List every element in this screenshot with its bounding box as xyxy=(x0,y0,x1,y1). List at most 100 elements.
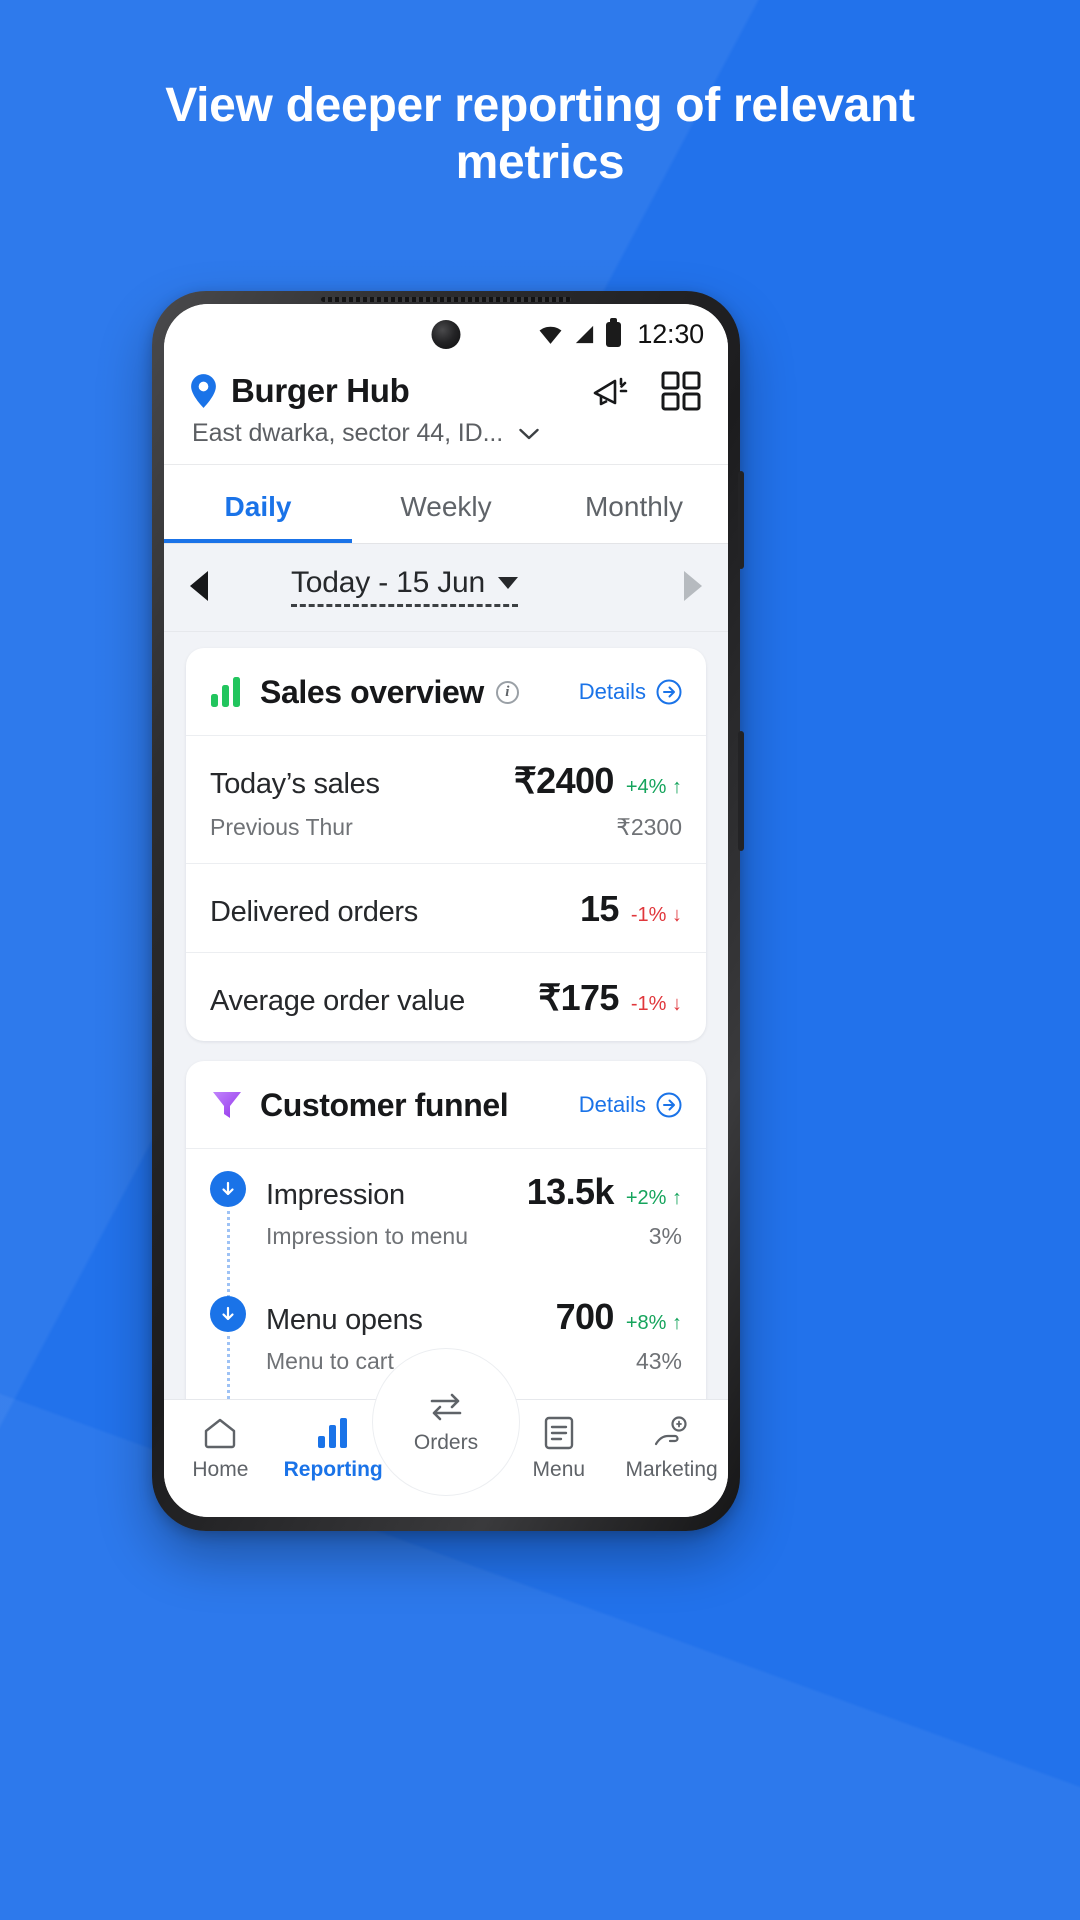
metric-value: 15 xyxy=(580,887,619,929)
arrow-circle-right-icon xyxy=(656,679,682,705)
funnel-connector-line xyxy=(227,1335,230,1399)
funnel-icon xyxy=(213,1092,241,1119)
qr-grid-icon xyxy=(661,371,701,411)
nav-label-home: Home xyxy=(192,1458,249,1481)
page-headline: View deeper reporting of relevant metric… xyxy=(165,79,915,189)
metric-delta: -1% ↓ xyxy=(630,992,682,1015)
header-actions xyxy=(590,370,702,412)
funnel-step-sub-value: 3% xyxy=(648,1222,682,1249)
app-header: Burger Hub East dwarka, sector 44, ID... xyxy=(164,364,728,464)
metric-main-row: Delivered orders 15 -1% ↓ xyxy=(210,888,682,930)
funnel-step-marker xyxy=(210,1295,266,1399)
funnel-details-label: Details xyxy=(578,1092,646,1118)
phone-screen: 12:30 Burger Hub East dwarka, sector 44,… xyxy=(164,304,728,1517)
phone-side-button-lower xyxy=(738,731,744,851)
status-time: 12:30 xyxy=(637,318,704,349)
funnel-step-sub: Impression to menu 3% xyxy=(266,1223,682,1268)
tab-weekly-label: Weekly xyxy=(400,491,492,522)
tab-monthly-label: Monthly xyxy=(584,491,684,522)
nav-label-orders: Orders xyxy=(413,1431,479,1454)
arrow-down-circle-icon xyxy=(210,1295,246,1332)
nav-label-marketing: Marketing xyxy=(625,1458,718,1481)
metric-main-row: Today’s sales ₹2400 +4% ↑ xyxy=(210,760,682,802)
info-icon[interactable]: i xyxy=(495,680,519,704)
caret-down-icon xyxy=(498,576,518,589)
period-tabs: Daily Weekly Monthly xyxy=(164,464,728,543)
megaphone-button[interactable] xyxy=(590,370,632,412)
wifi-icon xyxy=(539,326,562,344)
status-bar: 12:30 xyxy=(164,304,728,364)
metric-delta-value: -1% xyxy=(630,992,667,1015)
arrow-right-icon[interactable] xyxy=(684,571,702,602)
funnel-card-header: Customer funnel Details xyxy=(186,1061,706,1149)
arrow-down-icon xyxy=(222,1181,234,1196)
metric-value: ₹2400 xyxy=(513,759,615,801)
store-address: East dwarka, sector 44, ID... xyxy=(192,419,504,447)
bar-chart-icon xyxy=(211,677,240,708)
qr-scan-button[interactable] xyxy=(660,370,702,412)
location-pin-icon xyxy=(191,374,216,408)
metric-row: Delivered orders 15 -1% ↓ xyxy=(186,864,706,953)
arrow-circle-right-icon xyxy=(656,1092,682,1118)
tab-weekly[interactable]: Weekly xyxy=(352,465,540,543)
orders-swap-icon xyxy=(427,1389,465,1423)
funnel-step-delta-value: +8% xyxy=(625,1311,667,1334)
marketing-hand-icon xyxy=(654,1416,690,1450)
funnel-step-value: 700 xyxy=(555,1295,615,1337)
sales-card-title: Sales overview xyxy=(260,673,484,710)
phone-mockup: 12:30 Burger Hub East dwarka, sector 44,… xyxy=(152,291,744,1531)
nav-item-home[interactable]: Home xyxy=(164,1416,277,1482)
sales-details-label: Details xyxy=(578,679,646,705)
funnel-step-name: Impression xyxy=(266,1178,405,1211)
report-scroll-area[interactable]: Sales overview i Details Today’s sales ₹… xyxy=(164,631,728,1399)
funnel-step-marker xyxy=(210,1170,266,1298)
funnel-step-sub-label: Menu to cart xyxy=(266,1347,394,1374)
signal-icon xyxy=(576,325,594,343)
metric-label: Delivered orders xyxy=(210,895,418,928)
metric-sub-row: Previous Thur ₹2300 xyxy=(210,814,682,841)
tab-monthly[interactable]: Monthly xyxy=(540,465,728,543)
funnel-card-title: Customer funnel xyxy=(260,1086,509,1123)
menu-list-icon xyxy=(544,1416,574,1450)
funnel-step: Impression 13.5k +2% ↑ Impression to men… xyxy=(186,1149,706,1298)
nav-item-marketing[interactable]: Marketing xyxy=(615,1416,728,1482)
home-icon xyxy=(203,1416,237,1450)
date-navigator: Today - 15 Jun xyxy=(164,543,728,632)
tab-daily[interactable]: Daily xyxy=(164,465,352,543)
metric-label: Average order value xyxy=(210,984,465,1017)
battery-icon xyxy=(606,317,622,347)
funnel-step-value: 13.5k xyxy=(526,1170,615,1212)
nav-label-menu: Menu xyxy=(532,1458,586,1481)
metric-delta-value: +4% xyxy=(625,775,667,798)
sales-details-link[interactable]: Details xyxy=(579,679,682,705)
nav-item-orders[interactable]: Orders xyxy=(372,1348,520,1496)
funnel-details-link[interactable]: Details xyxy=(579,1092,682,1118)
metric-row: Today’s sales ₹2400 +4% ↑ Previous Thur … xyxy=(186,736,706,864)
phone-side-button-upper xyxy=(738,471,744,569)
date-selector[interactable]: Today - 15 Jun xyxy=(291,566,518,607)
store-name: Burger Hub xyxy=(231,372,410,409)
front-camera-icon xyxy=(431,320,461,349)
bar-chart-icon xyxy=(316,1416,350,1450)
app-header-top-row: Burger Hub xyxy=(190,370,702,412)
sales-overview-card: Sales overview i Details Today’s sales ₹… xyxy=(186,647,706,1041)
bottom-navigation: Home Reporting Menu Marketing Orders xyxy=(164,1348,728,1517)
funnel-step-name: Menu opens xyxy=(266,1303,423,1336)
arrow-left-icon[interactable] xyxy=(190,571,208,602)
metric-delta-value: -1% xyxy=(630,903,667,926)
nav-label-reporting: Reporting xyxy=(283,1458,383,1481)
metric-sub-value: ₹2300 xyxy=(616,813,682,840)
funnel-step-sub-value: 43% xyxy=(635,1347,682,1374)
arrow-down-icon xyxy=(222,1306,234,1321)
funnel-step-delta: +2% ↑ xyxy=(625,1186,682,1209)
chevron-down-icon xyxy=(519,428,539,439)
megaphone-icon xyxy=(593,377,628,406)
metric-main-row: Average order value ₹175 -1% ↓ xyxy=(210,977,682,1019)
metric-delta: +4% ↑ xyxy=(625,775,682,798)
tab-daily-label: Daily xyxy=(224,491,292,522)
funnel-step-main: Impression 13.5k +2% ↑ xyxy=(266,1171,682,1213)
store-address-row[interactable]: East dwarka, sector 44, ID... xyxy=(190,419,702,448)
arrow-down-circle-icon xyxy=(210,1170,246,1207)
metric-sub-label: Previous Thur xyxy=(210,813,353,840)
date-label: Today - 15 Jun xyxy=(291,565,485,599)
